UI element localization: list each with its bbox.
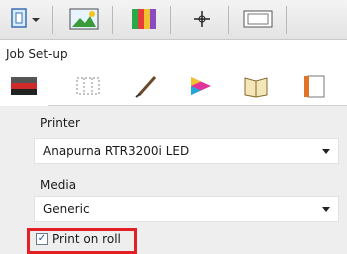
chevron-down-icon <box>322 207 330 212</box>
print-on-roll-checkbox[interactable]: ✓ <box>36 233 48 245</box>
book-tab-icon[interactable] <box>232 66 280 106</box>
chevron-down-icon <box>322 149 330 154</box>
color-palette-icon[interactable] <box>122 3 166 35</box>
crosshair-icon[interactable] <box>180 3 224 35</box>
printer-tab-icon[interactable] <box>0 66 48 106</box>
media-label: Media <box>40 178 77 192</box>
document-tab-icon[interactable] <box>290 66 338 106</box>
grid-tab-icon[interactable] <box>64 66 112 106</box>
printer-select[interactable]: Anapurna RTR3200i LED <box>34 138 339 164</box>
printer-label: Printer <box>40 116 80 130</box>
print-on-roll-row[interactable]: ✓ Print on roll <box>36 232 121 246</box>
pen-tab-icon[interactable] <box>122 66 170 106</box>
media-value: Generic <box>43 202 90 216</box>
section-title: Job Set-up <box>6 47 68 61</box>
media-select[interactable]: Generic <box>34 196 339 222</box>
layout-icon[interactable] <box>236 3 280 35</box>
image-icon[interactable] <box>62 3 106 35</box>
print-on-roll-label: Print on roll <box>52 232 121 246</box>
tab-row <box>0 66 347 106</box>
job-setup-icon[interactable] <box>4 3 48 35</box>
color-tab-icon[interactable] <box>176 66 224 106</box>
top-toolbar <box>0 0 347 40</box>
printer-value: Anapurna RTR3200i LED <box>43 144 190 158</box>
